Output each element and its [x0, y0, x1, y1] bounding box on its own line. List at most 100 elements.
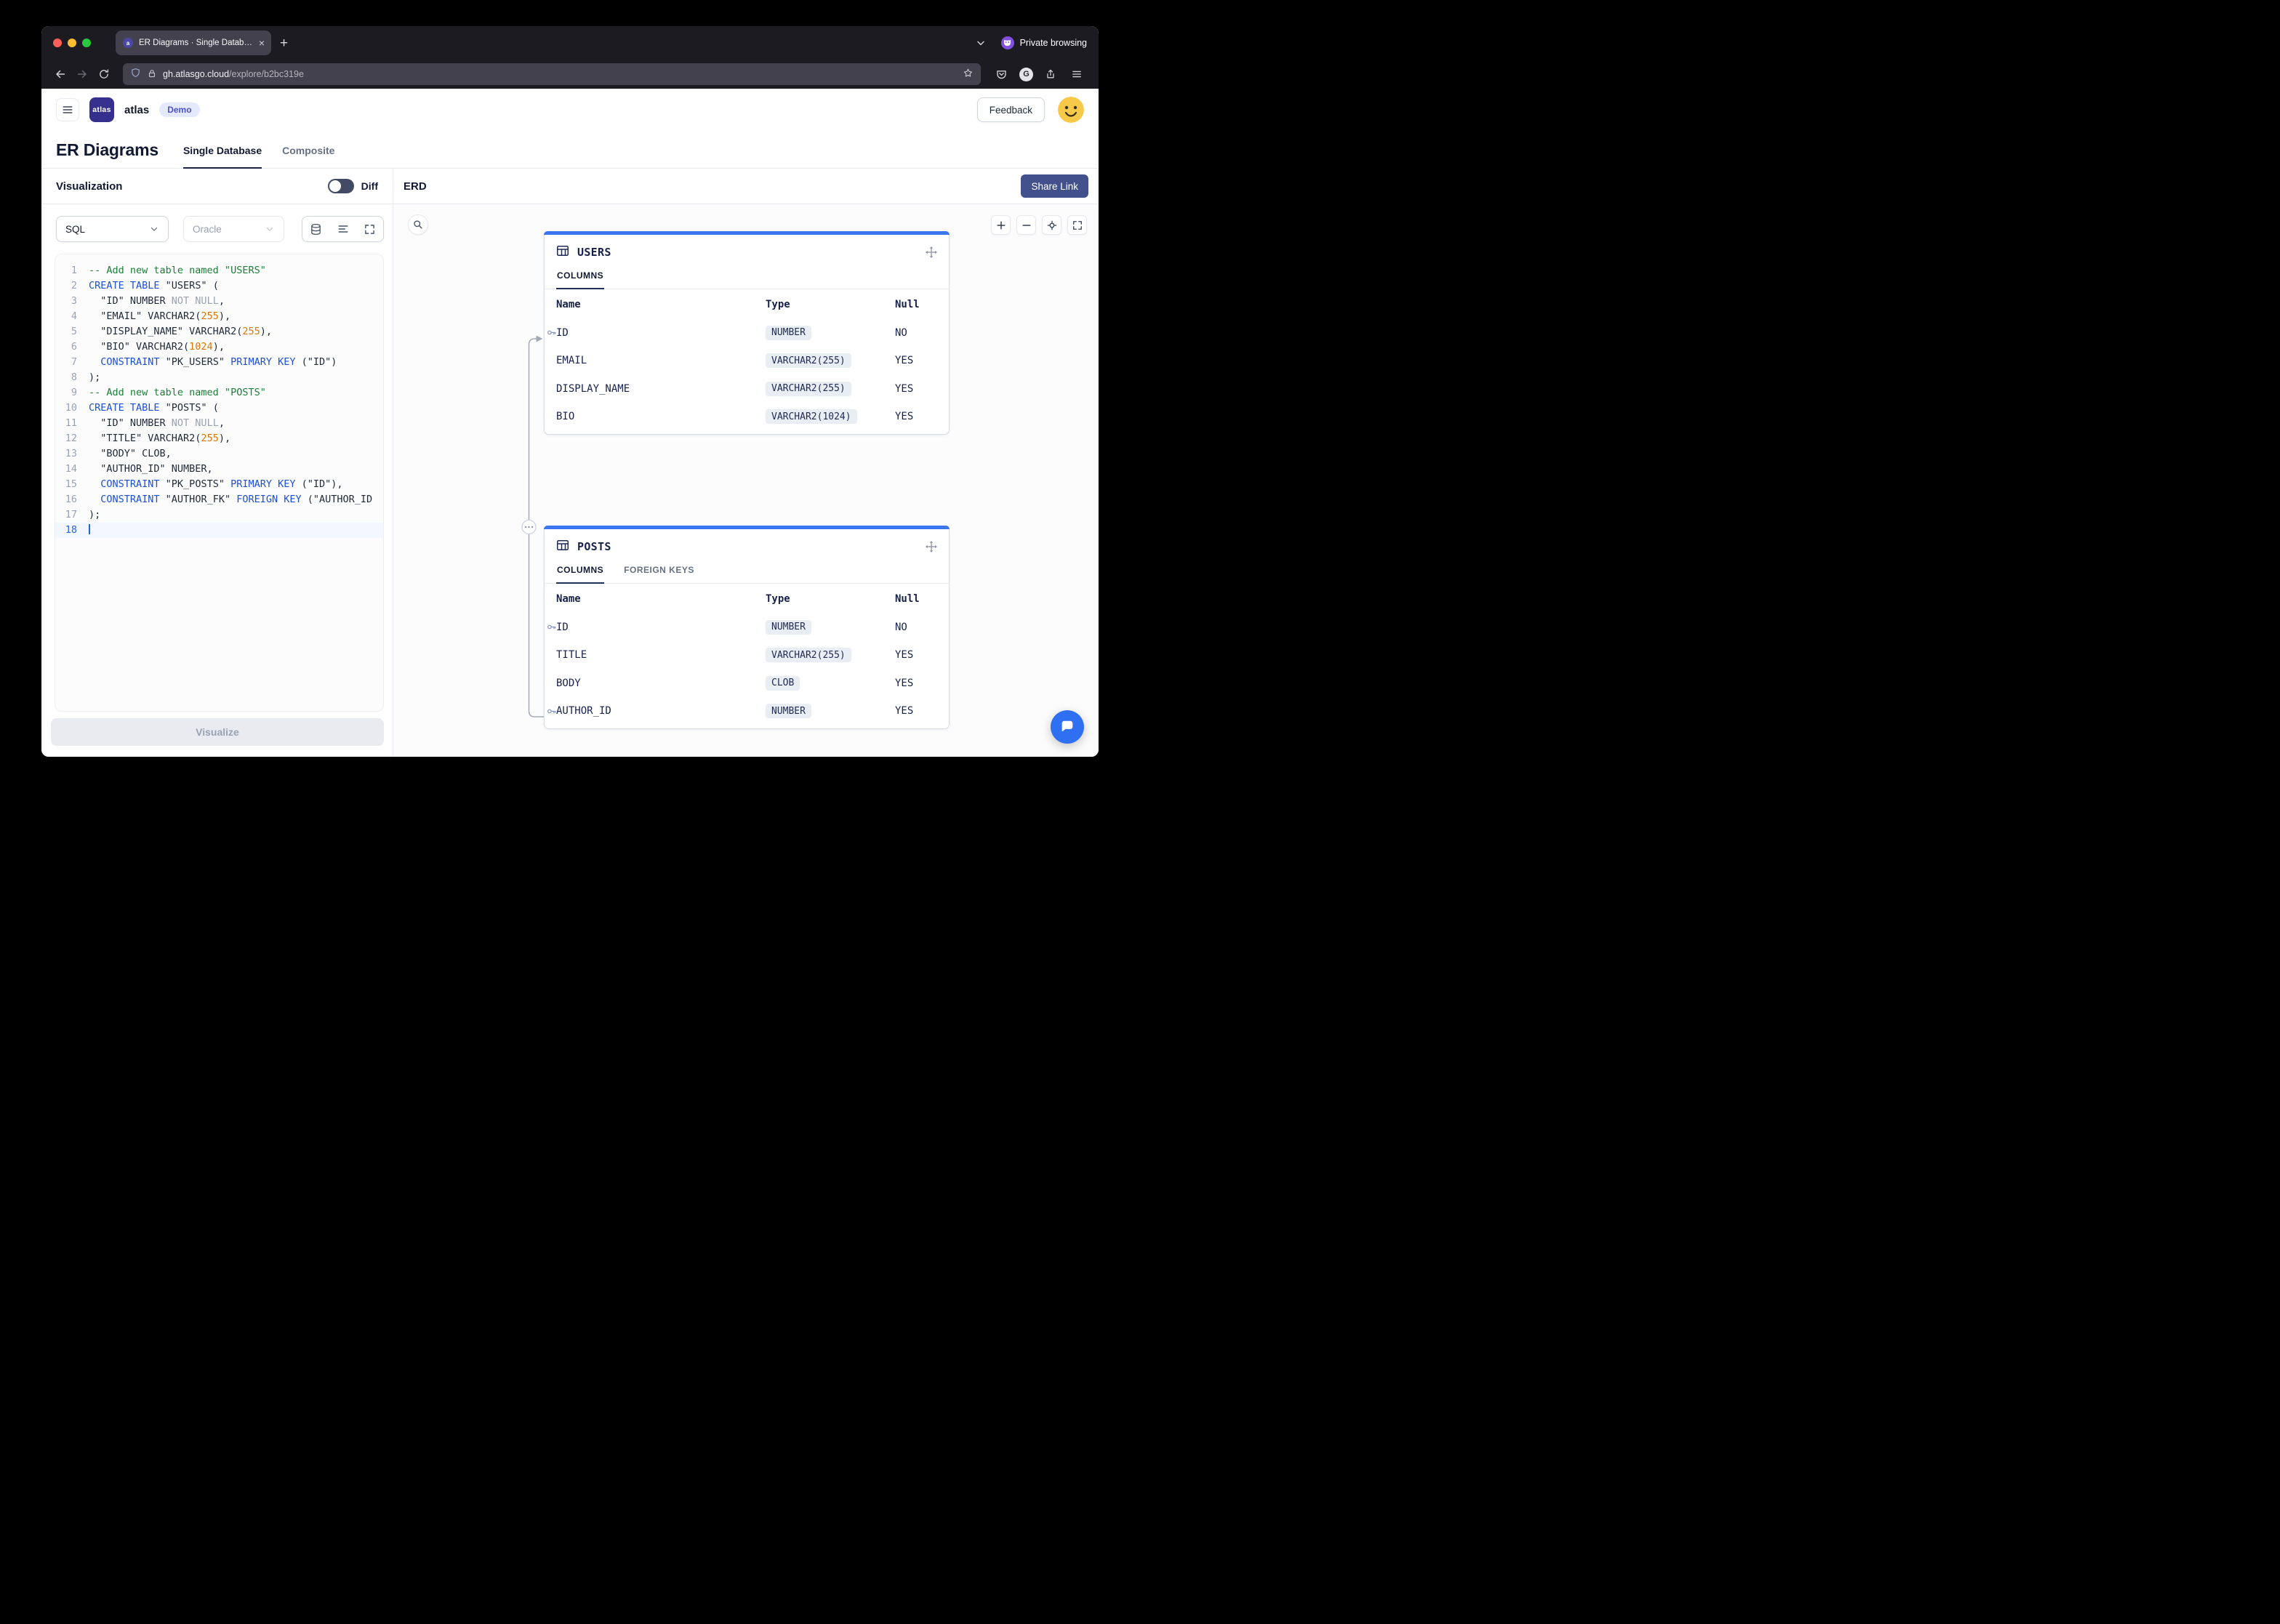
code-text: [89, 523, 90, 538]
private-mask-icon: [1001, 36, 1014, 49]
schema-icon[interactable]: [302, 217, 329, 241]
format-icon[interactable]: [329, 217, 356, 241]
extension-g-badge-icon[interactable]: G: [1019, 68, 1033, 81]
zoom-in-icon[interactable]: [991, 215, 1011, 235]
window-minimize-button[interactable]: [68, 39, 76, 47]
entity-tab-columns[interactable]: COLUMNS: [556, 267, 604, 289]
tab-title: ER Diagrams · Single Database: [139, 39, 253, 47]
column-name: BODY: [556, 678, 766, 689]
fit-view-icon[interactable]: [1042, 215, 1061, 235]
code-line[interactable]: 6 "BIO" VARCHAR2(1024),: [55, 339, 383, 355]
code-line[interactable]: 7 CONSTRAINT "PK_USERS" PRIMARY KEY ("ID…: [55, 355, 383, 370]
erd-canvas[interactable]: USERS COLUMNS NameTypeNull ID NUMBER NO …: [393, 204, 1099, 757]
window-zoom-button[interactable]: [82, 39, 91, 47]
private-browsing-indicator: Private browsing: [1001, 36, 1087, 49]
code-token: NOT NULL: [172, 417, 219, 429]
code-line[interactable]: 4 "EMAIL" VARCHAR2(255),: [55, 309, 383, 324]
entity-header[interactable]: USERS: [545, 235, 949, 267]
code-text: CONSTRAINT "PK_POSTS" PRIMARY KEY ("ID")…: [89, 477, 343, 492]
new-tab-button[interactable]: +: [280, 36, 288, 50]
code-line[interactable]: 5 "DISPLAY_NAME" VARCHAR2(255),: [55, 324, 383, 339]
code-line[interactable]: 2CREATE TABLE "USERS" (: [55, 278, 383, 294]
demo-badge: Demo: [159, 102, 199, 117]
drag-handle-icon[interactable]: [926, 541, 937, 552]
fullscreen-icon[interactable]: [1067, 215, 1087, 235]
header-right: Feedback: [977, 97, 1084, 123]
visualize-button[interactable]: Visualize: [51, 718, 384, 746]
tab-composite[interactable]: Composite: [282, 145, 334, 169]
back-icon[interactable]: [50, 64, 71, 84]
menu-icon[interactable]: [1068, 65, 1085, 83]
code-line[interactable]: 9-- Add new table named "POSTS": [55, 385, 383, 401]
code-line[interactable]: 13 "BODY" CLOB,: [55, 446, 383, 462]
tracking-shield-icon[interactable]: [130, 68, 141, 81]
entity-posts[interactable]: POSTS COLUMNSFOREIGN KEYS NameTypeNull I…: [544, 526, 950, 729]
url-bar[interactable]: gh.atlasgo.cloud/explore/b2bc319e: [123, 63, 981, 85]
code-line[interactable]: 3 "ID" NUMBER NOT NULL,: [55, 294, 383, 309]
expand-editor-icon[interactable]: [356, 217, 383, 241]
line-number: 11: [55, 416, 89, 431]
code-line[interactable]: 11 "ID" NUMBER NOT NULL,: [55, 416, 383, 431]
entity-tab-foreign-keys[interactable]: FOREIGN KEYS: [623, 561, 695, 584]
column-name: ID: [556, 622, 766, 633]
code-text: "DISPLAY_NAME" VARCHAR2(255),: [89, 324, 272, 339]
canvas-search-icon[interactable]: [408, 214, 428, 235]
column-header: Type: [766, 593, 895, 605]
code-token: "DISPLAY_NAME" VARCHAR2(: [89, 326, 242, 337]
share-link-button[interactable]: Share Link: [1021, 174, 1088, 198]
code-token: ("ID"): [296, 356, 337, 368]
list-all-tabs-chevron-icon[interactable]: [972, 34, 990, 52]
bookmark-star-icon[interactable]: [963, 68, 974, 81]
tab-close-icon[interactable]: ×: [259, 38, 265, 48]
pocket-icon[interactable]: [992, 65, 1011, 84]
reload-icon[interactable]: [94, 64, 114, 84]
sql-editor[interactable]: 1-- Add new table named "USERS"2CREATE T…: [55, 254, 384, 712]
diff-label: Diff: [361, 180, 378, 192]
atlas-logo[interactable]: atlas: [89, 97, 114, 122]
browser-window: a ER Diagrams · Single Database × + Priv…: [41, 26, 1099, 757]
code-line[interactable]: 8);: [55, 370, 383, 385]
app-header: atlas atlas Demo Feedback: [41, 89, 1099, 131]
zoom-out-icon[interactable]: [1016, 215, 1036, 235]
column-nullable: NO: [895, 622, 937, 633]
line-number: 1: [55, 263, 89, 278]
forward-icon[interactable]: [72, 64, 92, 84]
code-token: "AUTHOR_ID" NUMBER,: [89, 463, 213, 475]
window-close-button[interactable]: [53, 39, 62, 47]
visualization-title: Visualization: [56, 180, 122, 193]
code-line[interactable]: 17);: [55, 507, 383, 523]
code-line[interactable]: 10CREATE TABLE "POSTS" (: [55, 401, 383, 416]
code-line[interactable]: 14 "AUTHOR_ID" NUMBER,: [55, 462, 383, 477]
code-line[interactable]: 18: [55, 523, 383, 538]
column-row: ID NUMBER NO: [545, 614, 949, 642]
diff-toggle[interactable]: [328, 179, 354, 193]
browser-tab[interactable]: a ER Diagrams · Single Database ×: [116, 31, 271, 55]
line-number: 10: [55, 401, 89, 416]
line-number: 2: [55, 278, 89, 294]
column-nullable: YES: [895, 383, 937, 395]
user-avatar[interactable]: [1058, 97, 1084, 123]
column-type-badge: VARCHAR2(255): [766, 648, 851, 662]
code-line[interactable]: 12 "TITLE" VARCHAR2(255),: [55, 431, 383, 446]
code-token: CREATE TABLE: [89, 402, 160, 414]
code-line[interactable]: 16 CONSTRAINT "AUTHOR_FK" FOREIGN KEY ("…: [55, 492, 383, 507]
window-controls: [53, 39, 91, 47]
code-line[interactable]: 1-- Add new table named "USERS": [55, 263, 383, 278]
share-icon[interactable]: [1042, 65, 1059, 83]
drag-handle-icon[interactable]: [926, 246, 937, 258]
relationship-handle[interactable]: [522, 520, 536, 534]
entity-title: POSTS: [577, 540, 611, 553]
entity-header[interactable]: POSTS: [545, 529, 949, 561]
tab-single-database[interactable]: Single Database: [183, 145, 262, 169]
chat-launcher-icon[interactable]: [1051, 710, 1084, 744]
entity-users[interactable]: USERS COLUMNS NameTypeNull ID NUMBER NO …: [544, 231, 950, 435]
app-menu-icon[interactable]: [56, 98, 79, 121]
column-nullable: YES: [895, 649, 937, 661]
code-line[interactable]: 15 CONSTRAINT "PK_POSTS" PRIMARY KEY ("I…: [55, 477, 383, 492]
language-select[interactable]: SQL: [56, 216, 169, 242]
code-token: ,: [219, 295, 225, 307]
entity-tab-columns[interactable]: COLUMNS: [556, 561, 604, 584]
dialect-select[interactable]: Oracle: [183, 216, 284, 242]
feedback-button[interactable]: Feedback: [977, 97, 1045, 122]
lock-icon[interactable]: [147, 68, 157, 81]
